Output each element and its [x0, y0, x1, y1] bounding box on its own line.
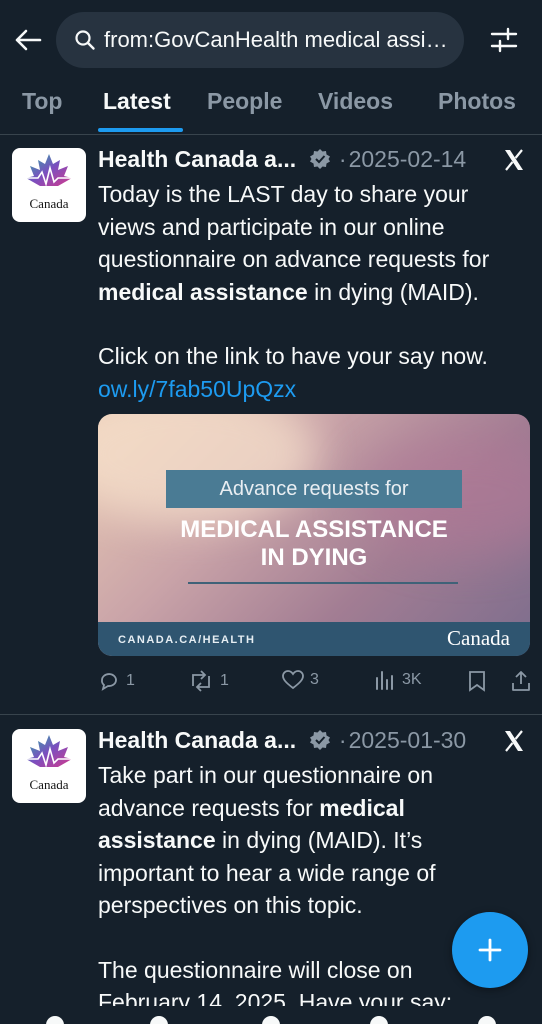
media-divider: [188, 582, 458, 584]
bold-text: medical assistance: [98, 278, 308, 305]
tweet-text-line: advance requests for medical: [98, 792, 534, 825]
media-footer: CANADA.CA/HEALTH Canada: [98, 622, 530, 656]
plus-icon: [478, 938, 502, 962]
tweet[interactable]: Canada Health Canada a... ·2025-01-30 Ta…: [0, 715, 542, 1024]
bold-text: assistance: [98, 827, 216, 853]
avatar-wordmark: Canada: [29, 777, 69, 792]
tweet-link[interactable]: ow.ly/7fab50UpQzx: [98, 373, 534, 406]
tweet-text-line: assistance in dying (MAID). It’s: [98, 824, 534, 857]
tweet-date[interactable]: 2025-01-30: [349, 727, 467, 753]
back-button[interactable]: [10, 22, 46, 58]
repost-count: 1: [220, 672, 229, 689]
text-segment: in dying (MAID).: [307, 278, 479, 305]
tab-latest[interactable]: Latest: [103, 88, 171, 115]
share-icon: [512, 671, 530, 691]
bookmark-icon: [469, 671, 485, 692]
bookmark-button[interactable]: [468, 670, 486, 692]
search-tabs: Top Latest People Videos Photos: [0, 82, 542, 135]
home-icon[interactable]: [46, 1016, 64, 1024]
analytics-icon: [376, 671, 393, 690]
tweet-date[interactable]: 2025-02-14: [349, 146, 467, 172]
repost-button[interactable]: 1: [188, 670, 229, 692]
views-count: 3K: [402, 671, 422, 688]
tweet-media-image[interactable]: Advance requests for MEDICAL ASSISTANCE …: [98, 414, 530, 656]
maple-leaf-logo-icon: [20, 154, 78, 187]
reply-count: 1: [126, 672, 135, 689]
tweet-text: Today is the LAST day to share your view…: [98, 178, 534, 405]
back-arrow-icon: [15, 29, 42, 51]
like-count: 3: [310, 671, 319, 688]
media-footer-site: CANADA.CA/HEALTH: [118, 634, 256, 646]
search-input[interactable]: from:GovCanHealth medical assistance: [56, 12, 464, 68]
search-nav-icon[interactable]: [150, 1016, 168, 1024]
bold-text: medical: [319, 794, 405, 821]
tweet-actions: 1 1 3 3K: [98, 670, 534, 700]
x-logo-icon: [505, 730, 523, 752]
tweet-header: Health Canada a... ·2025-02-14: [98, 146, 538, 176]
text-segment: in dying (MAID). It’s: [215, 827, 423, 853]
tab-top[interactable]: Top: [22, 88, 62, 115]
tweet-text-line: Take part in our questionnaire on: [98, 762, 433, 788]
tab-people[interactable]: People: [207, 88, 282, 115]
avatar[interactable]: Canada: [12, 729, 86, 803]
tweet[interactable]: Canada Health Canada a... ·2025-02-14 To…: [0, 134, 542, 714]
bottom-navigation: [0, 1006, 542, 1024]
text-segment: advance requests for: [98, 794, 320, 821]
grok-icon[interactable]: [262, 1016, 280, 1024]
tweet-text-line: important to hear a wide range of: [98, 859, 436, 886]
tweet-header: Health Canada a... ·2025-01-30: [98, 727, 538, 757]
share-button[interactable]: [510, 670, 532, 692]
media-footer-wordmark: Canada: [447, 626, 510, 650]
heart-icon: [282, 670, 304, 690]
avatar-wordmark: Canada: [29, 196, 69, 211]
avatar[interactable]: Canada: [12, 148, 86, 222]
active-tab-indicator: [98, 128, 183, 132]
top-bar: from:GovCanHealth medical assistance: [0, 0, 542, 82]
sliders-icon: [490, 27, 518, 53]
reply-icon: [101, 673, 117, 691]
tab-photos[interactable]: Photos: [438, 88, 516, 115]
compose-button[interactable]: [452, 912, 528, 988]
media-label-top: Advance requests for: [166, 470, 462, 508]
maple-leaf-logo-icon: [20, 735, 78, 768]
tweet-text-line: Click on the link to have your say now.: [98, 343, 488, 369]
media-headline-line2: IN DYING: [260, 544, 368, 571]
views-button[interactable]: 3K: [374, 670, 422, 690]
author-name[interactable]: Health Canada a...: [98, 727, 296, 753]
tweet-text-line: Today is the LAST day to share your: [98, 181, 469, 207]
search-icon: [75, 30, 95, 50]
separator-dot: ·: [338, 146, 347, 172]
filter-button[interactable]: [484, 22, 524, 58]
verified-badge-icon: [309, 730, 330, 750]
x-logo-icon: [505, 149, 523, 171]
notifications-icon[interactable]: [370, 1016, 388, 1024]
media-headline-line1: MEDICAL ASSISTANCE: [180, 516, 448, 543]
messages-icon[interactable]: [478, 1016, 496, 1024]
repost-icon: [192, 670, 210, 692]
tweet-text-line: perspectives on this topic.: [98, 892, 363, 918]
verified-badge-icon: [309, 149, 330, 169]
search-query: from:GovCanHealth medical assistance: [104, 27, 454, 52]
author-name[interactable]: Health Canada a...: [98, 146, 296, 172]
reply-button[interactable]: 1: [98, 670, 135, 692]
like-button[interactable]: 3: [282, 670, 319, 690]
tab-videos[interactable]: Videos: [318, 88, 393, 115]
tweet-text-line: views and participate in our online: [98, 213, 445, 240]
separator-dot: ·: [338, 727, 347, 753]
tweet-text-line: medical assistance in dying (MAID).: [98, 276, 534, 309]
tweet-text-line: questionnaire on advance requests for: [98, 246, 490, 272]
